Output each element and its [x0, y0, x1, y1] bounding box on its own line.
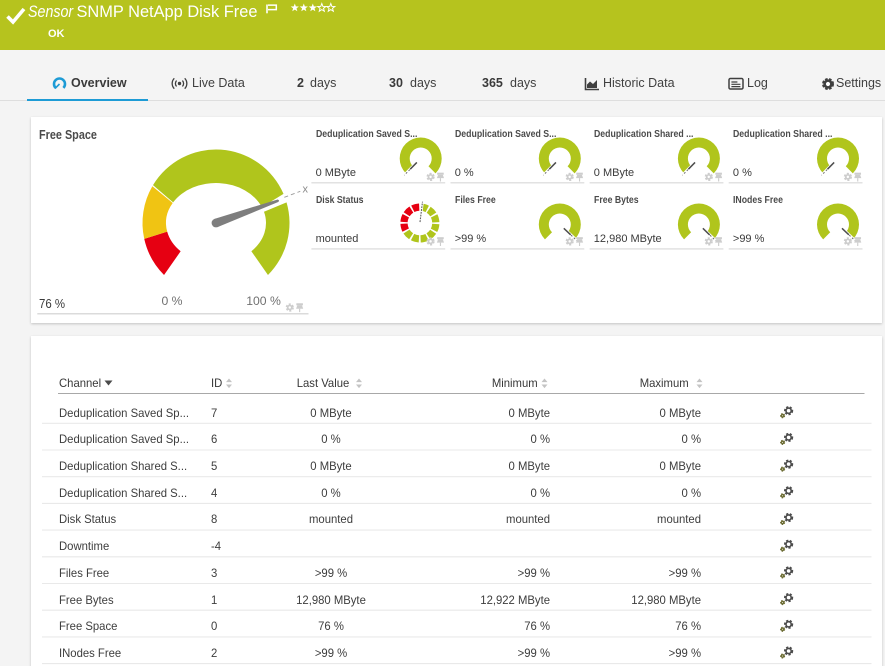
svg-text:x: x: [302, 183, 308, 195]
